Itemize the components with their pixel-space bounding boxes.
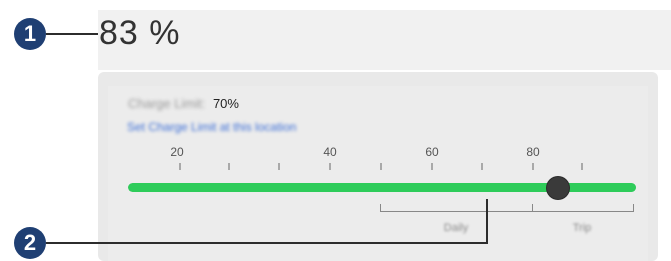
tick-mark [581, 163, 583, 170]
tick-label-60: 60 [425, 145, 439, 159]
tick-mark [431, 163, 433, 170]
callout-two-pointer [486, 199, 488, 244]
callout-one-badge: 1 [14, 18, 46, 50]
mode-bracket-right [633, 204, 634, 212]
tick-label-80: 80 [526, 145, 540, 159]
charge-limit-row: Charge Limit: 70% [128, 96, 239, 111]
tick-label-40: 40 [323, 145, 337, 159]
tick-mark [179, 163, 181, 170]
battery-header-panel [98, 10, 671, 70]
slider-scale: 20 40 60 80 [128, 145, 636, 173]
mode-trip-label[interactable]: Trip [573, 222, 592, 234]
set-charge-limit-link[interactable]: Set Charge Limit at this location [127, 120, 296, 134]
battery-percentage: 83 % [99, 14, 181, 52]
tick-mark [278, 163, 280, 170]
tick-label-20: 20 [170, 145, 184, 159]
callout-one-line [46, 33, 98, 35]
mode-bracket [380, 211, 634, 212]
mode-bracket-left [380, 204, 381, 212]
mode-daily-label[interactable]: Daily [444, 222, 468, 234]
charge-limit-slider-handle[interactable] [546, 177, 569, 199]
callout-two-badge: 2 [14, 227, 46, 259]
mode-bracket-mid [532, 204, 533, 212]
charge-limit-value: 70% [212, 96, 239, 111]
tick-mark [329, 163, 331, 170]
charge-limit-inner-panel [108, 86, 648, 261]
charge-limit-label: Charge Limit: [128, 96, 206, 111]
tick-mark [532, 163, 534, 170]
tick-mark [481, 163, 483, 170]
tick-mark [228, 163, 230, 170]
tick-mark [380, 163, 382, 170]
callout-two-line [46, 242, 487, 244]
